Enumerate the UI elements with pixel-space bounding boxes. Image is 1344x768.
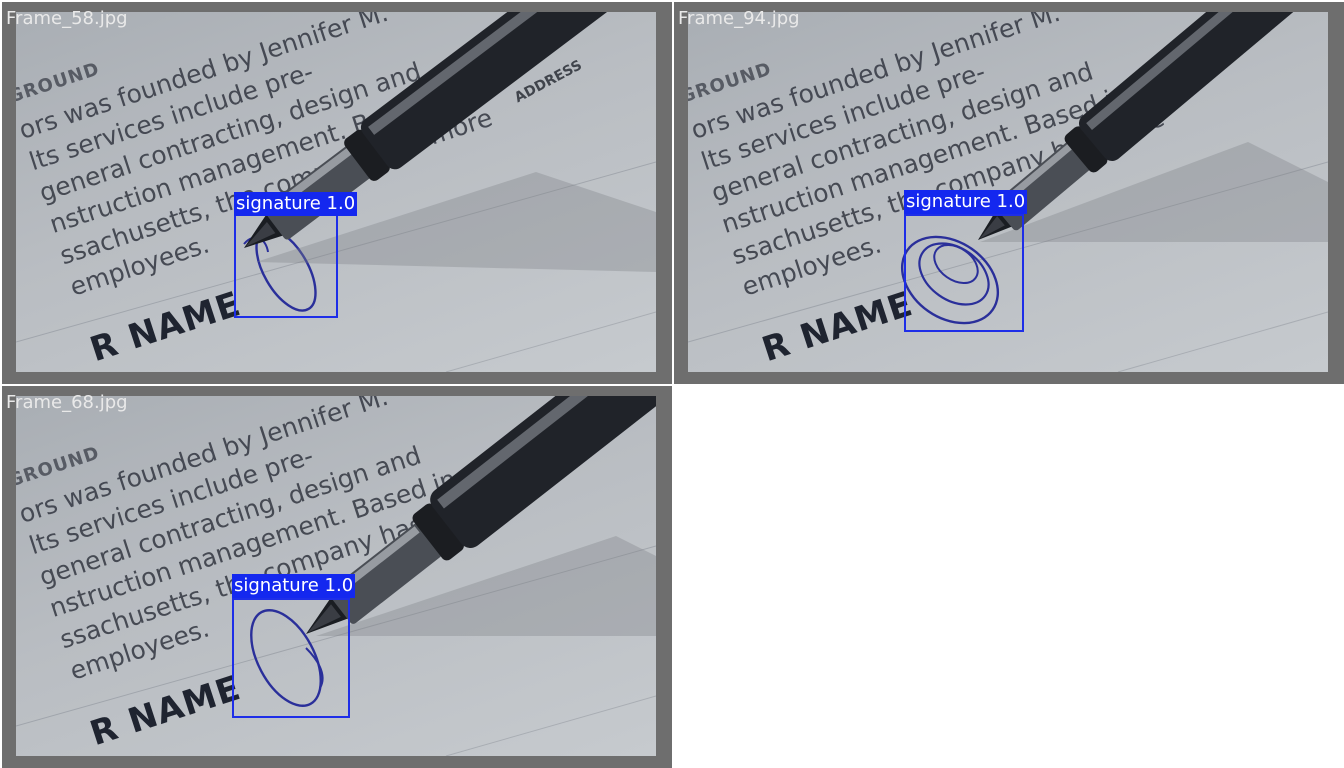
detection-class: signature	[234, 575, 319, 596]
frame-filename: Frame_94.jpg	[678, 8, 800, 29]
detection-label: signature 1.0	[904, 190, 1028, 214]
detection-label: signature 1.0	[234, 192, 358, 216]
image-tile[interactable]: GROUND ors was founded by Jennifer M. lt…	[674, 2, 1344, 384]
detection-label: signature 1.0	[232, 574, 356, 598]
image-tile[interactable]: GROUND ors was founded by Jennifer M. lt…	[2, 386, 672, 768]
image-tile[interactable]: GROUND ors was founded by Jennifer M. lt…	[2, 2, 672, 384]
detection-box	[904, 214, 1024, 332]
frame-filename: Frame_58.jpg	[6, 8, 128, 29]
detection-confidence: 1.0	[324, 575, 354, 596]
detection-class: signature	[906, 191, 991, 212]
detection-class: signature	[236, 193, 321, 214]
detection-box	[232, 598, 350, 718]
detection-confidence: 1.0	[996, 191, 1026, 212]
detection-confidence: 1.0	[326, 193, 356, 214]
frame-filename: Frame_68.jpg	[6, 392, 128, 413]
detection-box	[234, 214, 338, 318]
